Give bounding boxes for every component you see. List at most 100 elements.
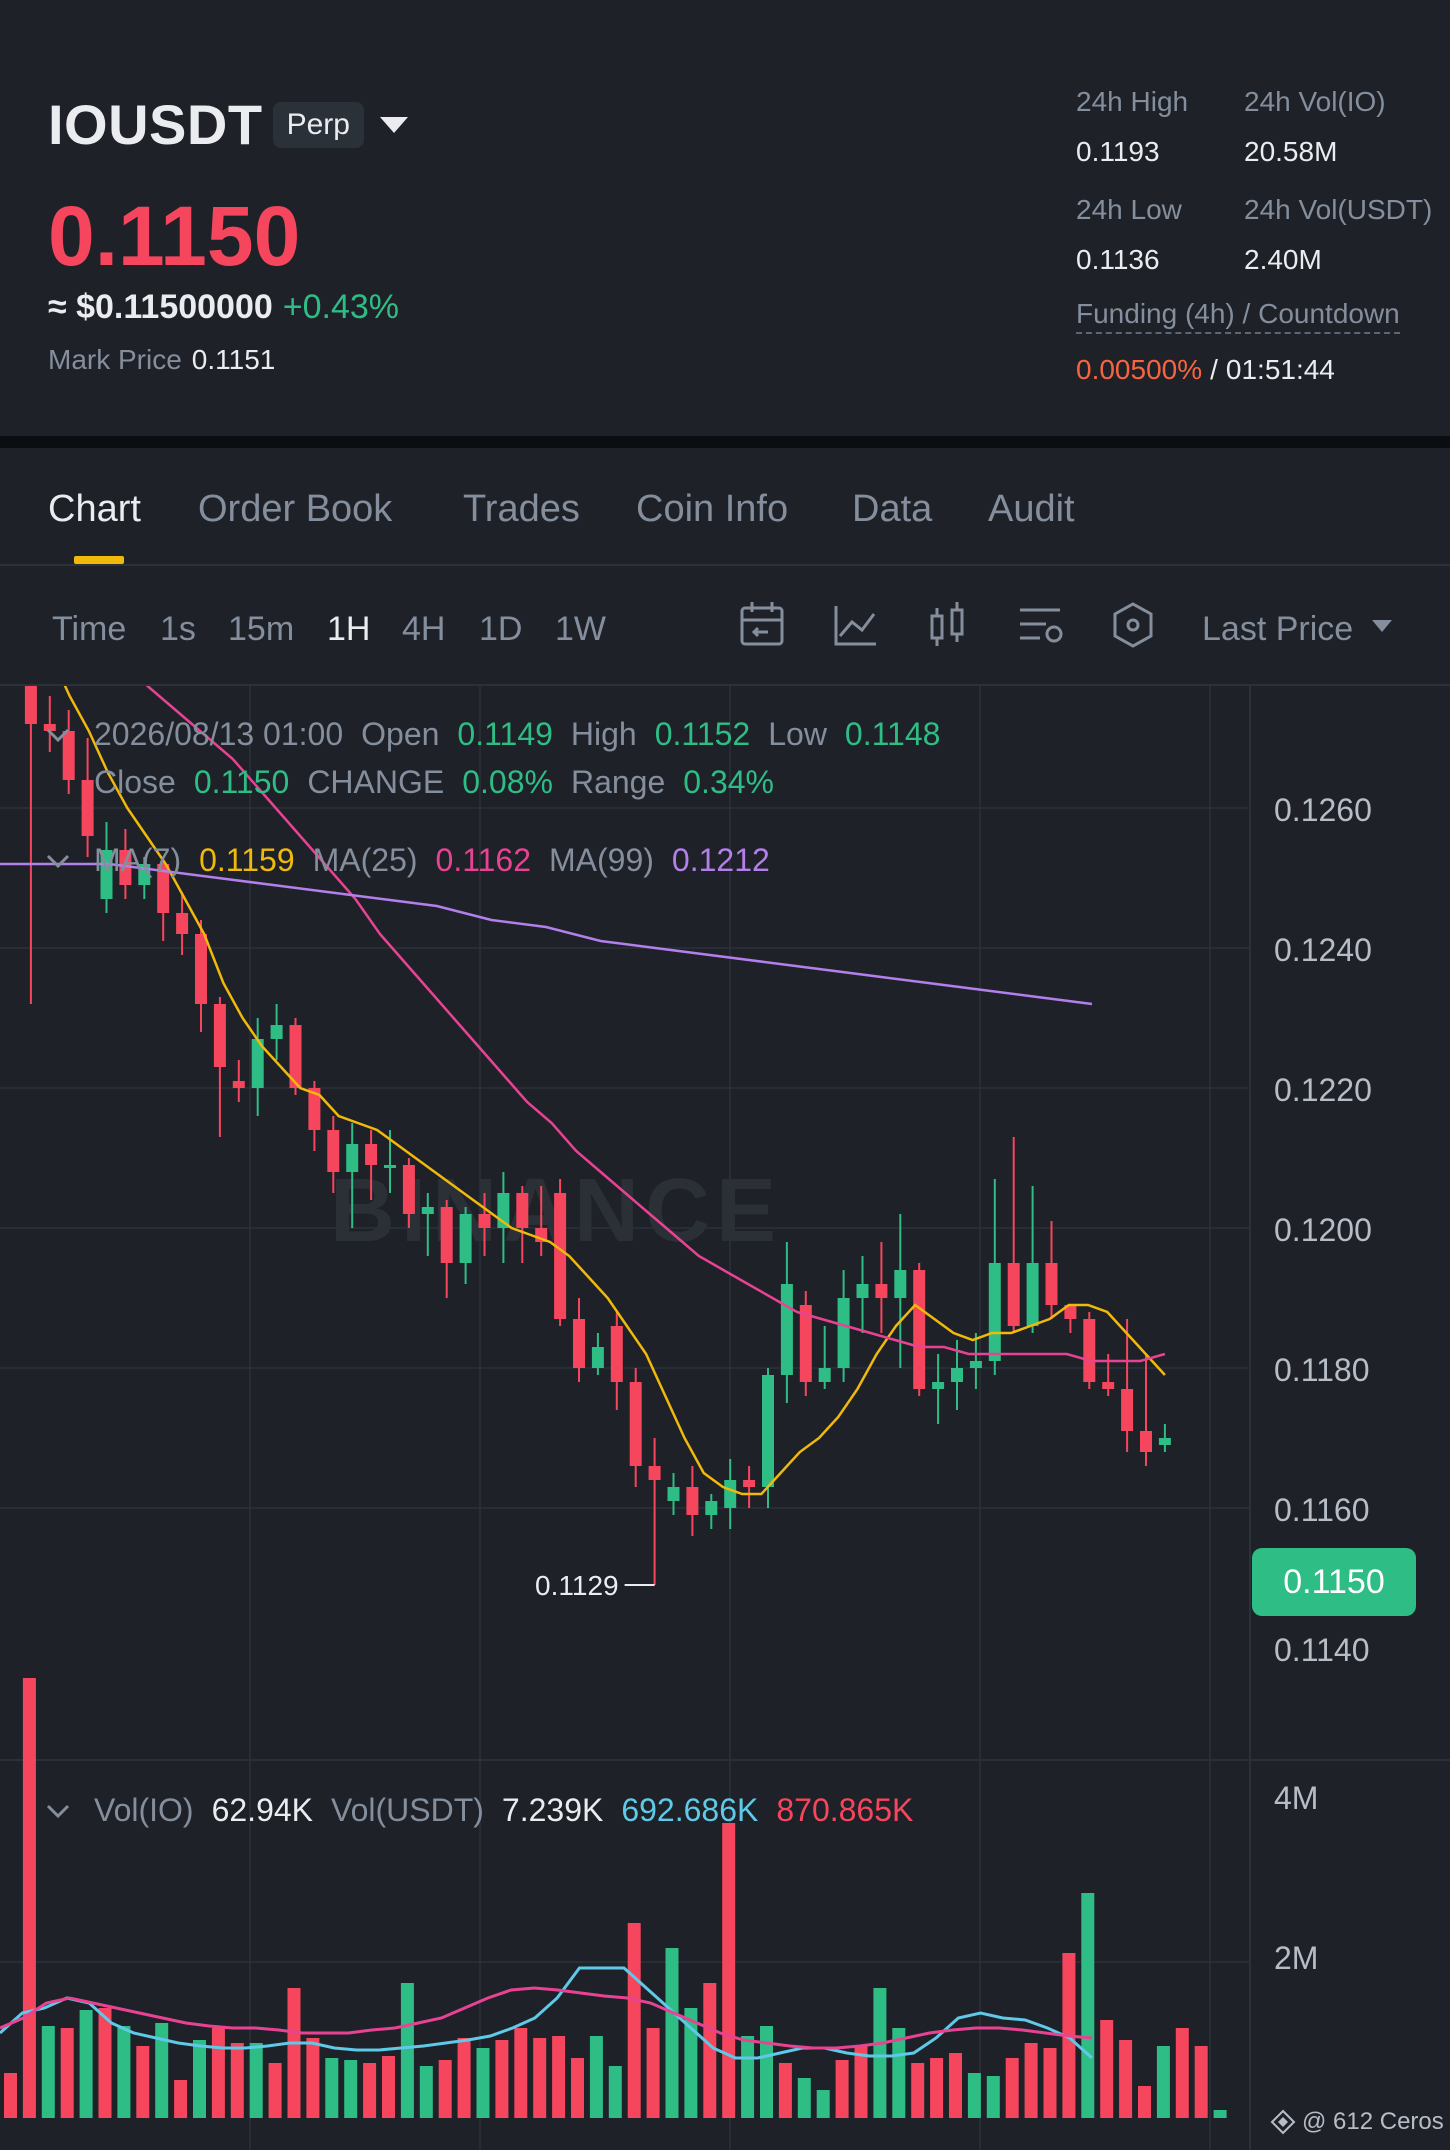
volume-bar — [835, 2060, 849, 2118]
volume-bar — [1005, 2058, 1019, 2118]
volume-bar — [382, 2056, 395, 2118]
depth-icon[interactable] — [1113, 602, 1153, 648]
tab-data[interactable]: Data — [852, 488, 932, 531]
volume-bar — [344, 2060, 358, 2118]
ohlc-low: 0.1148 — [844, 716, 941, 752]
volume-legend[interactable]: Vol(IO) 62.94K Vol(USDT) 7.239K 692.686K 870.… — [94, 1792, 931, 1829]
ohlc-close-label: Close — [94, 764, 176, 800]
volume-bar — [438, 2060, 452, 2118]
volume-bar — [514, 2028, 528, 2118]
volume-bar — [1175, 2028, 1189, 2118]
candle-body — [1026, 1263, 1039, 1326]
tab-coin-info[interactable]: Coin Info — [636, 488, 788, 531]
candle-body — [780, 1284, 793, 1375]
candle-body — [176, 913, 189, 934]
ohlc-open: 0.1149 — [457, 716, 553, 752]
stat-24h-high: 24h High 0.1193 — [1076, 86, 1188, 168]
ohlc-change-label: CHANGE — [307, 764, 445, 800]
candle-body — [724, 1480, 737, 1508]
price-chart[interactable]: 0.12720.1129 — [0, 686, 1450, 2150]
ma25-label: MA(25) — [312, 842, 418, 878]
vol-usdt-value: 7.239K — [501, 1792, 604, 1828]
ohlc-close: 0.1150 — [193, 764, 290, 800]
tab-chart[interactable]: Chart — [48, 488, 141, 531]
ma7-value: 0.1159 — [199, 842, 295, 878]
content-tabs: Chart Order Book Trades Coin Info Data A… — [0, 448, 1450, 566]
usd-price-row: ≈ $0.11500000 +0.43% — [48, 288, 399, 327]
candle-body — [988, 1263, 1001, 1361]
calendar-icon[interactable] — [740, 602, 784, 646]
volume-bar — [363, 2063, 377, 2118]
candle-body — [270, 1025, 283, 1039]
y-tick-label: 0.1180 — [1274, 1352, 1370, 1388]
candle-body — [195, 934, 207, 1004]
usd-price: ≈ $0.11500000 — [48, 288, 273, 326]
symbol-name: IOUSDT — [48, 93, 263, 156]
vol-io-label: Vol(IO) — [94, 1792, 194, 1828]
tab-audit[interactable]: Audit — [988, 488, 1075, 531]
volume-bar — [722, 1823, 736, 2118]
tab-order-book[interactable]: Order Book — [198, 488, 392, 531]
volume-bar — [741, 2036, 755, 2118]
vol-ma2-value: 870.865K — [776, 1792, 914, 1828]
price-type-chevron-icon[interactable] — [1372, 620, 1392, 632]
ohlc-datetime: 2026/08/13 01:00 — [94, 716, 344, 752]
volume-bar — [1081, 1893, 1095, 2118]
volume-bar — [60, 2028, 74, 2118]
volume-bar — [533, 2038, 547, 2118]
volume-bar — [911, 2063, 925, 2118]
volume-bar — [1156, 2046, 1170, 2118]
ohlc-low-label: Low — [768, 716, 827, 752]
volume-tick-label: 2M — [1274, 1940, 1319, 1976]
y-tick-label: 0.1200 — [1274, 1212, 1372, 1248]
footer-watermark: @ 612 Ceros — [1270, 2108, 1444, 2136]
ohlc-range: 0.34% — [683, 764, 774, 800]
funding-rate: 0.00500% — [1076, 354, 1203, 385]
candle-body — [554, 1193, 567, 1319]
candle-body — [516, 1193, 529, 1228]
funding-info[interactable]: Funding (4h) / Countdown 0.00500%/01:51:… — [1076, 298, 1400, 386]
footer-text: @ 612 Ceros — [1302, 2108, 1444, 2135]
volume-bar — [79, 2010, 93, 2118]
candle-body — [1083, 1319, 1096, 1382]
candle-style-icon[interactable] — [930, 602, 964, 646]
symbol-selector[interactable]: IOUSDT Perp — [48, 92, 408, 157]
volume-bar — [1119, 2040, 1133, 2118]
ma-legend[interactable]: MA(7) 0.1159 MA(25) 0.1162 MA(99) 0.1212 — [94, 842, 788, 879]
candle-body — [62, 731, 75, 780]
volume-bar — [1043, 2048, 1057, 2118]
candle-body — [1140, 1431, 1152, 1452]
stat-label: 24h Vol(IO) — [1244, 86, 1386, 117]
candle-body — [421, 1207, 434, 1214]
chevron-down-icon[interactable] — [379, 116, 408, 133]
candle-body — [573, 1319, 585, 1368]
volume-bar — [627, 1923, 641, 2118]
y-tick-label: 0.1140 — [1274, 1632, 1370, 1668]
ohlc-row-1: 2026/08/13 01:00 Open 0.1149 High 0.1152 Low 0… — [94, 716, 958, 753]
volume-bar — [797, 2078, 811, 2118]
candle-body — [743, 1480, 756, 1487]
toolbar-icons — [740, 602, 1392, 648]
candle-body — [894, 1270, 907, 1298]
ohlc-high: 0.1152 — [654, 716, 751, 752]
mark-price-row: Mark Price 0.1151 — [48, 344, 275, 376]
funding-countdown: 01:51:44 — [1225, 354, 1335, 385]
candle-body — [346, 1144, 359, 1172]
volume-bar — [287, 1988, 301, 2118]
stat-value: 0.1136 — [1076, 244, 1160, 275]
volume-bar — [608, 2066, 622, 2118]
volume-bar — [646, 2028, 660, 2118]
volume-bar — [949, 2053, 962, 2118]
volume-bar — [211, 2028, 225, 2118]
contract-badge: Perp — [272, 101, 364, 148]
candle-body — [629, 1382, 642, 1466]
candle-body — [837, 1298, 850, 1368]
volume-bar — [117, 2026, 131, 2118]
candle-body — [1045, 1263, 1058, 1305]
chart-settings-icon[interactable] — [1020, 608, 1063, 643]
volume-bar — [986, 2076, 1000, 2118]
tab-trades[interactable]: Trades — [463, 488, 580, 531]
volume-bar — [495, 2040, 509, 2118]
volume-bar — [41, 2026, 55, 2118]
indicator-icon[interactable] — [834, 606, 876, 646]
